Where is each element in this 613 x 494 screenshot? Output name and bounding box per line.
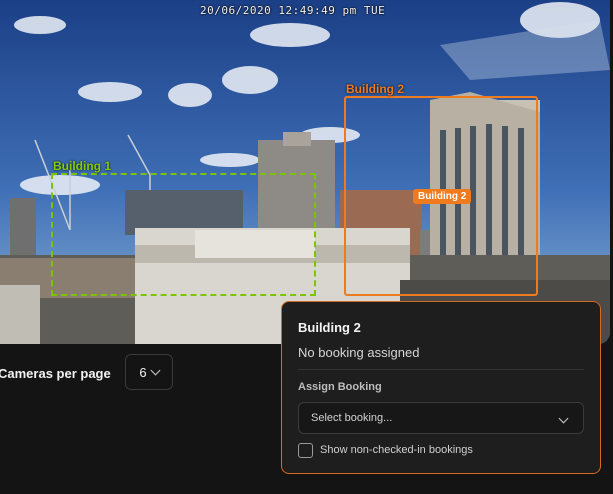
- zone-building-1[interactable]: [51, 173, 316, 296]
- assign-booking-label: Assign Booking: [298, 381, 382, 393]
- cameras-per-page-value: 6: [139, 364, 147, 380]
- panel-divider: [298, 369, 584, 370]
- booking-status: No booking assigned: [298, 345, 420, 360]
- booking-select-placeholder: Select booking...: [311, 412, 393, 424]
- booking-select[interactable]: Select booking...: [298, 402, 584, 434]
- zone-label-building-1[interactable]: Building 1: [53, 159, 111, 173]
- camera-feed[interactable]: 20/06/2020 12:49:49 pm TUE Building 1 Bu…: [0, 0, 610, 344]
- show-non-checked-in-label[interactable]: Show non-checked-in bookings: [320, 444, 473, 456]
- show-non-checked-in-checkbox[interactable]: [298, 443, 313, 458]
- cameras-per-page-label: Cameras per page: [0, 366, 111, 381]
- zone-label-building-2[interactable]: Building 2: [346, 82, 404, 96]
- panel-title: Building 2: [298, 320, 361, 335]
- zone-tag-building-2[interactable]: Building 2: [413, 189, 472, 204]
- camera-timestamp: 20/06/2020 12:49:49 pm TUE: [200, 4, 386, 17]
- chevron-down-icon: [150, 365, 161, 375]
- zone-booking-panel: Building 2 No booking assigned Assign Bo…: [281, 301, 601, 474]
- cameras-per-page-select[interactable]: 6: [125, 354, 173, 390]
- chevron-down-icon: [558, 413, 569, 424]
